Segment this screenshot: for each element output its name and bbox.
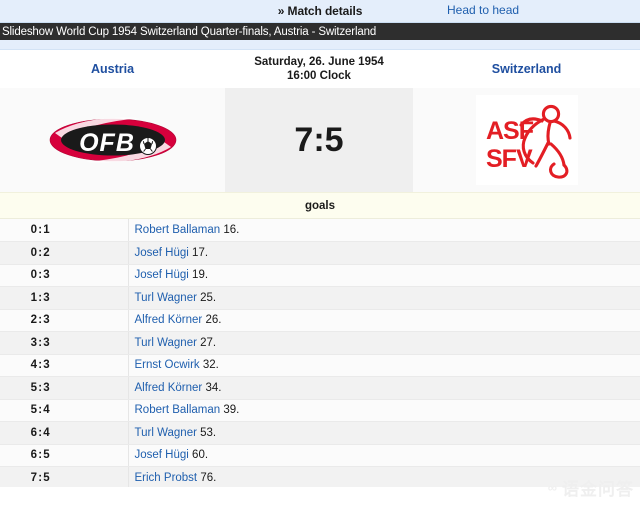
goal-score: 5:3 <box>0 376 129 400</box>
blue-divider-strip <box>0 40 640 50</box>
svg-text:OFB: OFB <box>79 129 135 157</box>
goal-row: 6:5 Josef Hügi 60. <box>0 444 640 467</box>
goal-scorer-link[interactable]: Josef Hügi <box>135 449 189 461</box>
match-date: Saturday, 26. June 1954 <box>254 56 384 68</box>
goal-scorer-cell: Josef Hügi 19. <box>128 264 640 287</box>
match-time: 16:00 Clock <box>287 70 351 82</box>
goal-score: 3:3 <box>0 331 129 355</box>
goal-scorer-cell: Robert Ballaman 39. <box>128 399 640 422</box>
home-team-logo-cell: OFB <box>0 88 225 192</box>
match-meta-row: Austria Saturday, 26. June 1954 16:00 Cl… <box>0 50 640 88</box>
match-details-page: » Match details Head to head Slideshow W… <box>0 0 640 509</box>
goal-minute: 26. <box>205 314 222 327</box>
goal-scorer-link[interactable]: Turl Wagner <box>135 427 197 439</box>
goal-row: 0:3 Josef Hügi 19. <box>0 264 640 287</box>
goal-scorer-link[interactable]: Josef Hügi <box>135 269 189 281</box>
match-datetime: Saturday, 26. June 1954 16:00 Clock <box>225 55 413 83</box>
away-team-logo-cell: ASF SFV <box>413 88 640 192</box>
goal-minute: 16. <box>223 224 240 236</box>
goal-scorer-cell: Turl Wagner 53. <box>128 421 640 445</box>
goal-score: 5:4 <box>0 399 129 422</box>
away-team-name[interactable]: Switzerland <box>413 62 640 76</box>
goals-table: 0:1 Robert Ballaman 16. 0:2 Josef Hügi 17. 0… <box>0 219 640 490</box>
goal-minute: 34. <box>205 381 222 394</box>
goal-scorer-link[interactable]: Turl Wagner <box>135 292 197 304</box>
goal-minute: 76. <box>200 471 217 484</box>
goal-minute: 32. <box>202 359 219 372</box>
goal-scorer-cell: Alfred Körner 34. <box>128 376 640 400</box>
goal-scorer-link[interactable]: Alfred Körner <box>135 382 203 394</box>
goal-score: 0:1 <box>0 219 129 242</box>
goal-score: 2:3 <box>0 309 129 332</box>
ofb-logo-icon: OFB <box>45 111 181 169</box>
goal-minute: 17. <box>192 246 209 259</box>
goal-minute: 39. <box>223 404 240 417</box>
goal-row: 1:3 Turl Wagner 25. <box>0 286 640 310</box>
goals-table-body: 0:1 Robert Ballaman 16. 0:2 Josef Hügi 17. 0… <box>0 219 640 490</box>
goal-scorer-cell: Josef Hügi 17. <box>128 241 640 265</box>
goal-minute: 27. <box>200 336 217 349</box>
goal-scorer-link[interactable]: Alfred Körner <box>135 314 203 326</box>
match-details-tab[interactable]: » Match details <box>0 4 640 18</box>
goal-row: 5:4 Robert Ballaman 39. <box>0 399 640 422</box>
goal-scorer-cell: Alfred Körner 26. <box>128 309 640 332</box>
goal-row: 4:3 Ernst Ocwirk 32. <box>0 354 640 377</box>
goal-scorer-cell: Erich Probst 76. <box>128 466 640 490</box>
goal-scorer-link[interactable]: Robert Ballaman <box>135 404 221 416</box>
asf-sfv-logo-icon: ASF SFV <box>475 95 578 185</box>
goal-score: 0:3 <box>0 264 129 287</box>
goals-label: goals <box>304 199 336 212</box>
goal-row: 2:3 Alfred Körner 26. <box>0 309 640 332</box>
goal-scorer-cell: Josef Hügi 60. <box>128 444 640 467</box>
goal-score: 6:5 <box>0 444 129 467</box>
goal-row: 0:1 Robert Ballaman 16. <box>0 219 640 242</box>
goal-score: 7:5 <box>0 466 129 490</box>
goal-scorer-link[interactable]: Erich Probst <box>135 472 198 484</box>
goal-minute: 25. <box>200 291 217 304</box>
goal-scorer-link[interactable]: Josef Hügi <box>135 247 189 259</box>
svg-text:ASF: ASF <box>486 117 534 145</box>
top-navigation-bar: » Match details Head to head <box>0 0 640 23</box>
goal-score: 6:4 <box>0 421 129 445</box>
bottom-filler <box>0 487 640 509</box>
goal-row: 7:5 Erich Probst 76. <box>0 466 640 490</box>
goal-minute: 60. <box>192 449 209 462</box>
goal-row: 0:2 Josef Hügi 17. <box>0 241 640 265</box>
score-row: OFB 7:5 ASF SFV <box>0 88 640 192</box>
goal-score: 0:2 <box>0 241 129 265</box>
goal-scorer-link[interactable]: Robert Ballaman <box>135 224 221 236</box>
goal-minute: 53. <box>200 426 217 439</box>
goal-score: 1:3 <box>0 286 129 310</box>
slideshow-title-bar: Slideshow World Cup 1954 Switzerland Qua… <box>0 23 640 40</box>
goals-section-header: goals <box>0 192 640 219</box>
goal-scorer-cell: Turl Wagner 25. <box>128 286 640 310</box>
head-to-head-link[interactable]: Head to head <box>447 3 519 17</box>
goal-scorer-link[interactable]: Turl Wagner <box>135 337 197 349</box>
goal-scorer-cell: Robert Ballaman 16. <box>128 219 640 242</box>
home-team-name[interactable]: Austria <box>0 62 225 76</box>
svg-text:SFV: SFV <box>486 145 533 173</box>
slideshow-title: Slideshow World Cup 1954 Switzerland Qua… <box>2 25 377 38</box>
goal-minute: 19. <box>192 269 209 282</box>
goal-scorer-link[interactable]: Ernst Ocwirk <box>135 359 200 371</box>
goal-row: 3:3 Turl Wagner 27. <box>0 331 640 355</box>
goal-row: 5:3 Alfred Körner 34. <box>0 376 640 400</box>
goal-row: 6:4 Turl Wagner 53. <box>0 421 640 445</box>
goal-score: 4:3 <box>0 354 129 377</box>
final-score: 7:5 <box>294 120 344 159</box>
goal-scorer-cell: Turl Wagner 27. <box>128 331 640 355</box>
score-box: 7:5 <box>225 88 413 192</box>
goal-scorer-cell: Ernst Ocwirk 32. <box>128 354 640 377</box>
